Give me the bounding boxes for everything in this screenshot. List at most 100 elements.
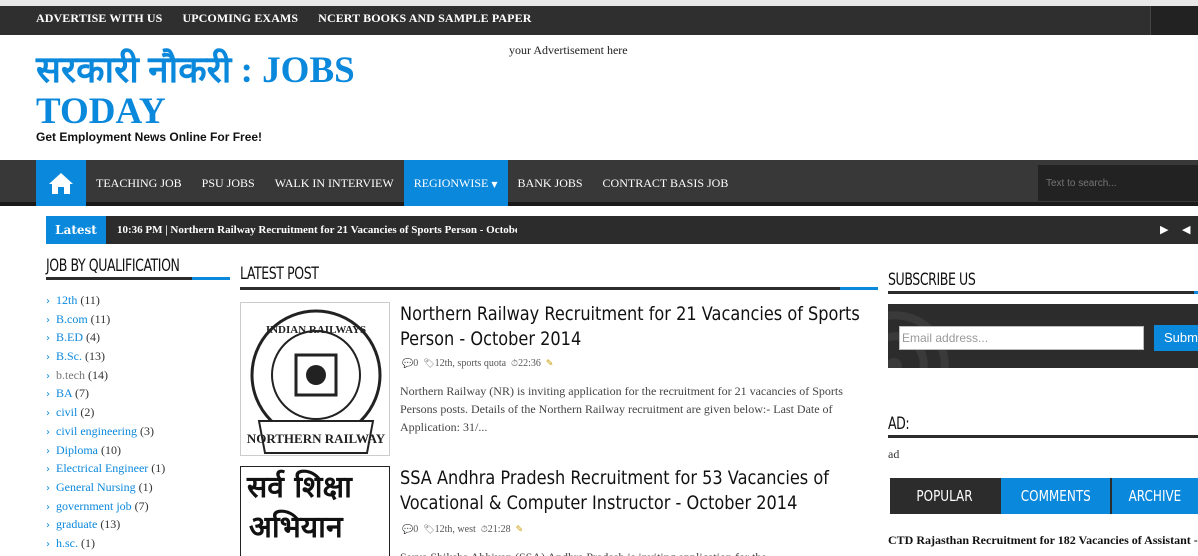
list-item[interactable]: › B.ED (4) (46, 328, 230, 347)
list-item[interactable]: › graduate (13) (46, 515, 230, 534)
thumb-line-2: अभियान (249, 510, 343, 545)
ad-text: ad (888, 447, 900, 461)
list-item[interactable]: › 12th (11) (46, 291, 230, 310)
chevron-right-icon: › (46, 296, 50, 307)
item-name[interactable]: B.com (56, 312, 88, 326)
item-name[interactable]: Diploma (56, 443, 98, 457)
nav-items: TEACHING JOB PSU JOBS WALK IN INTERVIEW … (86, 160, 738, 206)
popular-post-link[interactable]: CTD Rajasthan Recruitment for 182 Vacanc… (888, 532, 1198, 549)
item-name[interactable]: Electrical Engineer (56, 461, 148, 475)
comments-icon: 💬 (402, 359, 414, 369)
nav-item-bank-jobs[interactable]: BANK JOBS (508, 160, 593, 206)
ad-title: AD: (888, 414, 910, 434)
post-excerpt: Northern Railway (NR) is inviting applic… (400, 384, 843, 434)
latest-post-header: LATEST POST (240, 264, 878, 290)
chevron-right-icon: › (46, 389, 50, 401)
item-name[interactable]: graduate (56, 517, 97, 531)
comments-icon: 💬 (402, 525, 414, 535)
top-link-upcoming-exams[interactable]: UPCOMING EXAMS (182, 11, 298, 26)
chevron-right-icon: › (46, 520, 50, 532)
item-name[interactable]: b.tech (56, 368, 85, 382)
post-tags[interactable]: 12th, west (435, 524, 476, 535)
pencil-icon[interactable]: ✎ (516, 525, 524, 535)
clock-icon: ⏱ (480, 525, 488, 535)
chevron-right-icon: › (46, 408, 50, 420)
item-name[interactable]: government job (56, 499, 132, 513)
item-count: (1) (81, 535, 95, 550)
list-item[interactable]: › government job (7) (46, 497, 230, 516)
post-meta: 💬0 🏷12th, west ⏱21:28 ✎ (402, 524, 523, 535)
item-count: (13) (100, 517, 121, 532)
post-item: सर्व शिक्षा अभियान SSA Andhra Pradesh Re… (240, 466, 880, 556)
play-icon[interactable]: ▶ (1160, 223, 1168, 236)
tab-popular-posts[interactable]: POPULAR POSTS (890, 478, 999, 541)
tab-archive[interactable]: ARCHIVE (1112, 478, 1198, 514)
thumb-top-text: INDIAN RAILWAYS (266, 324, 366, 336)
post-thumbnail[interactable]: सर्व शिक्षा अभियान (240, 466, 390, 556)
list-item[interactable]: › h.sc. (1) (46, 534, 230, 553)
list-item[interactable]: › General Nursing (1) (46, 478, 230, 497)
right-sidebar: SUBSCRIBE US Email address... Submit AD:… (888, 264, 1198, 547)
post-item: INDIAN RAILWAYS NORTHERN RAILWAY Norther… (240, 302, 880, 457)
post-title[interactable]: Northern Railway Recruitment for 21 Vaca… (400, 302, 876, 352)
item-name[interactable]: h.sc. (56, 536, 78, 550)
list-item[interactable]: › B.Sc. (13) (46, 347, 230, 366)
post-tags[interactable]: 12th, sports quota (435, 358, 506, 369)
submit-button[interactable]: Submit (1154, 325, 1198, 351)
item-name[interactable]: General Nursing (56, 480, 136, 494)
nav-item-teaching-job[interactable]: TEACHING JOB (86, 160, 192, 206)
item-name[interactable]: B.Sc. (56, 349, 82, 363)
railway-logo: INDIAN RAILWAYS NORTHERN RAILWAY (247, 309, 386, 454)
list-item[interactable]: › civil (2) (46, 403, 230, 422)
list-item[interactable]: › BA (7) (46, 384, 230, 403)
tab-comments[interactable]: COMMENTS (1001, 478, 1110, 514)
top-link-advertise[interactable]: ADVERTISE WITH US (36, 11, 162, 26)
nav-item-regionwise[interactable]: REGIONWISE ▼ (403, 160, 508, 206)
chevron-right-icon: › (46, 370, 50, 382)
item-name[interactable]: civil engineering (56, 424, 137, 438)
chevron-right-icon: › (46, 352, 50, 364)
list-item[interactable]: › B.com (11) (46, 310, 230, 329)
top-links: ADVERTISE WITH US UPCOMING EXAMS NCERT B… (36, 11, 551, 26)
pencil-icon[interactable]: ✎ (546, 359, 554, 369)
top-link-ncert-books[interactable]: NCERT BOOKS AND SAMPLE PAPER (318, 11, 531, 26)
top-bar-edge (1150, 6, 1198, 35)
post-title[interactable]: SSA Andhra Pradesh Recruitment for 53 Va… (400, 466, 876, 516)
item-name[interactable]: B.ED (56, 330, 83, 344)
nav-item-contract-basis-job[interactable]: CONTRACT BASIS JOB (593, 160, 739, 206)
chevron-right-icon: › (46, 482, 50, 494)
qualification-header: JOB BY QUALIFICATION (46, 256, 230, 280)
chevron-right-icon: › (46, 426, 50, 438)
chevron-right-icon: › (46, 333, 50, 345)
comment-count[interactable]: 0 (413, 358, 418, 369)
list-item[interactable]: › b.tech (14) (46, 366, 230, 385)
ticker-text[interactable]: 10:36 PM | Northern Railway Recruitment … (117, 216, 517, 244)
nav-item-walk-in-interview[interactable]: WALK IN INTERVIEW (265, 160, 404, 206)
item-name[interactable]: 12th (56, 293, 77, 307)
tab-label: COMMENTS (1020, 487, 1091, 505)
thumb-line-1: सर्व शिक्षा (247, 470, 352, 505)
home-button[interactable] (36, 160, 86, 206)
item-count: (11) (90, 311, 111, 326)
nav-item-regionwise-label: REGIONWISE (413, 176, 489, 190)
post-thumbnail[interactable]: INDIAN RAILWAYS NORTHERN RAILWAY (240, 302, 390, 456)
post-meta: 💬0 🏷12th, sports quota ⏱22:36 ✎ (402, 358, 553, 369)
previous-icon[interactable]: ◀ (1182, 223, 1190, 236)
latest-ticker: Latest 10:36 PM | Northern Railway Recru… (46, 216, 1198, 244)
list-item[interactable]: › civil engineering (3) (46, 422, 230, 441)
nav-item-psu-jobs[interactable]: PSU JOBS (192, 160, 265, 206)
site-title[interactable]: सरकारी नौकरी : JOBS TODAY (36, 50, 416, 132)
tab-label: ARCHIVE (1128, 487, 1182, 505)
list-item[interactable]: › Diploma (10) (46, 441, 230, 460)
comment-count[interactable]: 0 (413, 524, 418, 535)
top-bar: ADVERTISE WITH US UPCOMING EXAMS NCERT B… (0, 0, 1198, 35)
site-tagline: Get Employment News Online For Free! (36, 130, 263, 144)
item-name[interactable]: BA (56, 386, 72, 400)
item-name[interactable]: civil (56, 405, 77, 419)
item-count: (7) (75, 386, 90, 401)
email-field[interactable]: Email address... (899, 326, 1144, 350)
qualification-title: JOB BY QUALIFICATION (46, 256, 180, 276)
search-input[interactable] (1038, 165, 1198, 201)
list-item[interactable]: › Electrical Engineer (1) (46, 459, 230, 478)
item-count: (4) (86, 330, 100, 345)
